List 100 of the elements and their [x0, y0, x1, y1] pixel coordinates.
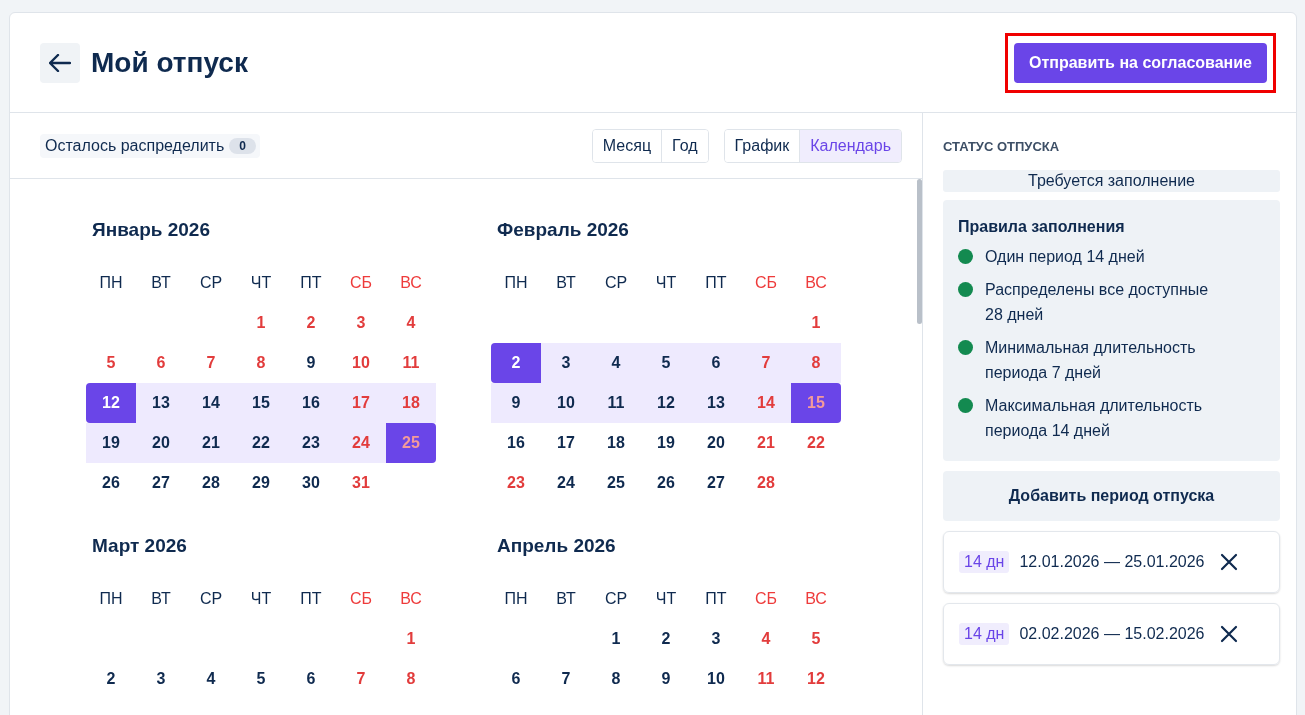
calendar-day[interactable]: 22 — [236, 423, 286, 463]
rule-text: Один период 14 дней — [985, 247, 1146, 267]
calendar-day[interactable]: 4 — [591, 343, 641, 383]
calendar-day[interactable]: 4 — [186, 659, 236, 699]
weekday-label: ПТ — [299, 273, 323, 293]
calendar-day[interactable]: 1 — [591, 619, 641, 659]
calendar-day[interactable]: 4 — [741, 619, 791, 659]
scrollbar[interactable] — [917, 179, 922, 324]
calendar-day[interactable]: 8 — [386, 659, 436, 699]
calendar-day[interactable]: 29 — [236, 463, 286, 503]
rule-text: Минимальная длительность периода 7 дней — [985, 338, 1197, 383]
weekday-label: ВТ — [555, 589, 577, 609]
calendar-day[interactable]: 5 — [86, 343, 136, 383]
calendar-day[interactable]: 6 — [491, 659, 541, 699]
calendar-day[interactable]: 11 — [386, 343, 436, 383]
weekday-label: ПТ — [704, 589, 728, 609]
calendar-day[interactable]: 5 — [236, 659, 286, 699]
close-icon — [1220, 625, 1239, 643]
weekday-label: ЧТ — [654, 589, 678, 609]
calendar-day[interactable]: 3 — [136, 659, 186, 699]
calendar-day[interactable]: 18 — [591, 423, 641, 463]
scale-tab[interactable]: Год — [661, 129, 708, 162]
calendar-day[interactable]: 11 — [591, 383, 641, 423]
weekday-label: ПН — [503, 273, 529, 293]
calendar-day[interactable]: 12 — [86, 383, 136, 423]
calendar-day[interactable]: 26 — [641, 463, 691, 503]
calendar-day[interactable]: 23 — [286, 423, 336, 463]
close-button[interactable] — [1220, 553, 1239, 571]
calendar-day[interactable]: 28 — [186, 463, 236, 503]
calendar-day[interactable]: 23 — [491, 463, 541, 503]
calendar-day[interactable]: 27 — [691, 463, 741, 503]
weekday-label: ЧТ — [249, 589, 273, 609]
calendar-day[interactable]: 17 — [336, 383, 386, 423]
calendar-day[interactable]: 19 — [641, 423, 691, 463]
calendar-day[interactable]: 7 — [336, 659, 386, 699]
weekday-label: ПН — [503, 589, 529, 609]
calendar-day[interactable]: 27 — [136, 463, 186, 503]
calendar-day[interactable]: 24 — [336, 423, 386, 463]
weekday-label: ВС — [399, 589, 423, 609]
calendar-day[interactable]: 5 — [791, 619, 841, 659]
calendar-day[interactable]: 3 — [691, 619, 741, 659]
calendar-day[interactable]: 6 — [286, 659, 336, 699]
calendar-day[interactable]: 8 — [591, 659, 641, 699]
calendar-day[interactable]: 1 — [236, 303, 286, 343]
calendar-day[interactable]: 5 — [641, 343, 691, 383]
calendar-day[interactable]: 8 — [791, 343, 841, 383]
calendar-day[interactable]: 24 — [541, 463, 591, 503]
calendar-day[interactable]: 13 — [136, 383, 186, 423]
calendar-day[interactable]: 2 — [641, 619, 691, 659]
submit-button[interactable]: Отправить на согласование — [1014, 42, 1267, 83]
calendar-day[interactable]: 10 — [691, 659, 741, 699]
weekday-label: ВТ — [555, 273, 577, 293]
calendar-day[interactable]: 6 — [136, 343, 186, 383]
calendar-day[interactable]: 8 — [236, 343, 286, 383]
calendar-day[interactable]: 2 — [286, 303, 336, 343]
calendar-day[interactable]: 7 — [541, 659, 591, 699]
add-period-button[interactable]: Добавить период отпуска — [943, 471, 1280, 521]
calendar-day[interactable]: 18 — [386, 383, 436, 423]
back-button[interactable] — [40, 42, 80, 83]
calendar-day[interactable]: 10 — [336, 343, 386, 383]
calendar-day[interactable]: 3 — [541, 343, 591, 383]
calendar-day[interactable]: 2 — [491, 343, 541, 383]
calendar-day[interactable]: 28 — [741, 463, 791, 503]
weekday-label: ВС — [804, 589, 828, 609]
calendar-day[interactable]: 10 — [541, 383, 591, 423]
view-tab[interactable]: Календарь — [799, 129, 901, 162]
calendar-day[interactable]: 11 — [741, 659, 791, 699]
calendar-day[interactable]: 20 — [691, 423, 741, 463]
calendar-day[interactable]: 21 — [186, 423, 236, 463]
calendar-day[interactable]: 14 — [741, 383, 791, 423]
calendar-day[interactable]: 9 — [641, 659, 691, 699]
calendar-day[interactable]: 13 — [691, 383, 741, 423]
calendar-day[interactable]: 19 — [86, 423, 136, 463]
calendar-day[interactable]: 2 — [86, 659, 136, 699]
calendar-day[interactable]: 26 — [86, 463, 136, 503]
calendar-day[interactable]: 7 — [186, 343, 236, 383]
close-button[interactable] — [1220, 625, 1239, 643]
calendar-day[interactable]: 20 — [136, 423, 186, 463]
calendar-day[interactable]: 9 — [491, 383, 541, 423]
calendar-day[interactable]: 4 — [386, 303, 436, 343]
calendar-day[interactable]: 9 — [286, 343, 336, 383]
calendar-day[interactable]: 1 — [386, 619, 436, 659]
calendar-day[interactable]: 7 — [741, 343, 791, 383]
calendar-day[interactable]: 16 — [286, 383, 336, 423]
calendar-day[interactable]: 6 — [691, 343, 741, 383]
calendar-day[interactable]: 17 — [541, 423, 591, 463]
calendar-day[interactable]: 12 — [641, 383, 691, 423]
calendar-day[interactable]: 31 — [336, 463, 386, 503]
calendar-day[interactable]: 30 — [286, 463, 336, 503]
calendar-day[interactable]: 3 — [336, 303, 386, 343]
calendar-day[interactable]: 21 — [741, 423, 791, 463]
calendar-day[interactable]: 22 — [791, 423, 841, 463]
calendar-day[interactable]: 15 — [236, 383, 286, 423]
calendar-day[interactable]: 16 — [491, 423, 541, 463]
weekday-label: ЧТ — [654, 273, 678, 293]
calendar-day[interactable]: 12 — [791, 659, 841, 699]
calendar-day[interactable]: 1 — [791, 303, 841, 343]
weekday-label: СР — [603, 589, 629, 609]
calendar-day[interactable]: 25 — [591, 463, 641, 503]
calendar-day[interactable]: 14 — [186, 383, 236, 423]
